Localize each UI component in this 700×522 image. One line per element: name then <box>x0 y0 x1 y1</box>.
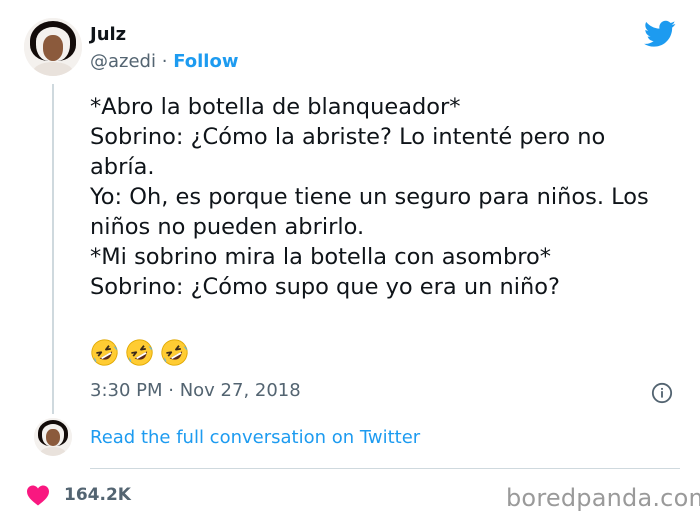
watermark: boredpanda.com <box>506 484 700 512</box>
rolling-on-floor-laughing-emoji <box>90 338 119 367</box>
author-handle[interactable]: @azedi <box>90 51 156 72</box>
rolling-on-floor-laughing-emoji <box>125 338 154 367</box>
like-count[interactable]: 164.2K <box>64 485 131 505</box>
tweet-line: Sobrino: ¿Cómo supo que yo era un niño? <box>90 274 560 300</box>
tweet-line: niños no pueden abrirlo. <box>90 214 365 240</box>
author-handle-row: @azedi · Follow <box>90 51 238 72</box>
tweet-line: Yo: Oh, es porque tiene un seguro para n… <box>90 184 649 210</box>
conversation-avatar[interactable] <box>34 418 72 456</box>
info-icon[interactable] <box>651 382 673 404</box>
thread-line <box>52 84 54 414</box>
tweet-line: *Mi sobrino mira la botella con asombro* <box>90 244 552 270</box>
emoji-row <box>90 338 190 370</box>
tweet-timestamp[interactable]: 3:30 PM · Nov 27, 2018 <box>90 380 301 401</box>
handle-separator: · <box>161 51 168 72</box>
author-name[interactable]: Julz <box>90 24 126 45</box>
heart-icon[interactable] <box>26 484 50 506</box>
rolling-on-floor-laughing-emoji <box>160 338 189 367</box>
tweet-line: abría. <box>90 154 155 180</box>
follow-button[interactable]: Follow <box>173 51 238 72</box>
author-avatar[interactable] <box>24 18 82 76</box>
avatar-face <box>46 429 60 447</box>
twitter-bird-icon[interactable] <box>644 20 676 48</box>
read-conversation-link[interactable]: Read the full conversation on Twitter <box>90 427 420 448</box>
divider <box>90 468 680 469</box>
tweet-text: *Abro la botella de blanqueador* Sobrino… <box>90 92 680 302</box>
tweet-line: Sobrino: ¿Cómo la abriste? Lo intenté pe… <box>90 124 606 150</box>
tweet-line: *Abro la botella de blanqueador* <box>90 94 461 120</box>
avatar-face <box>42 35 64 61</box>
